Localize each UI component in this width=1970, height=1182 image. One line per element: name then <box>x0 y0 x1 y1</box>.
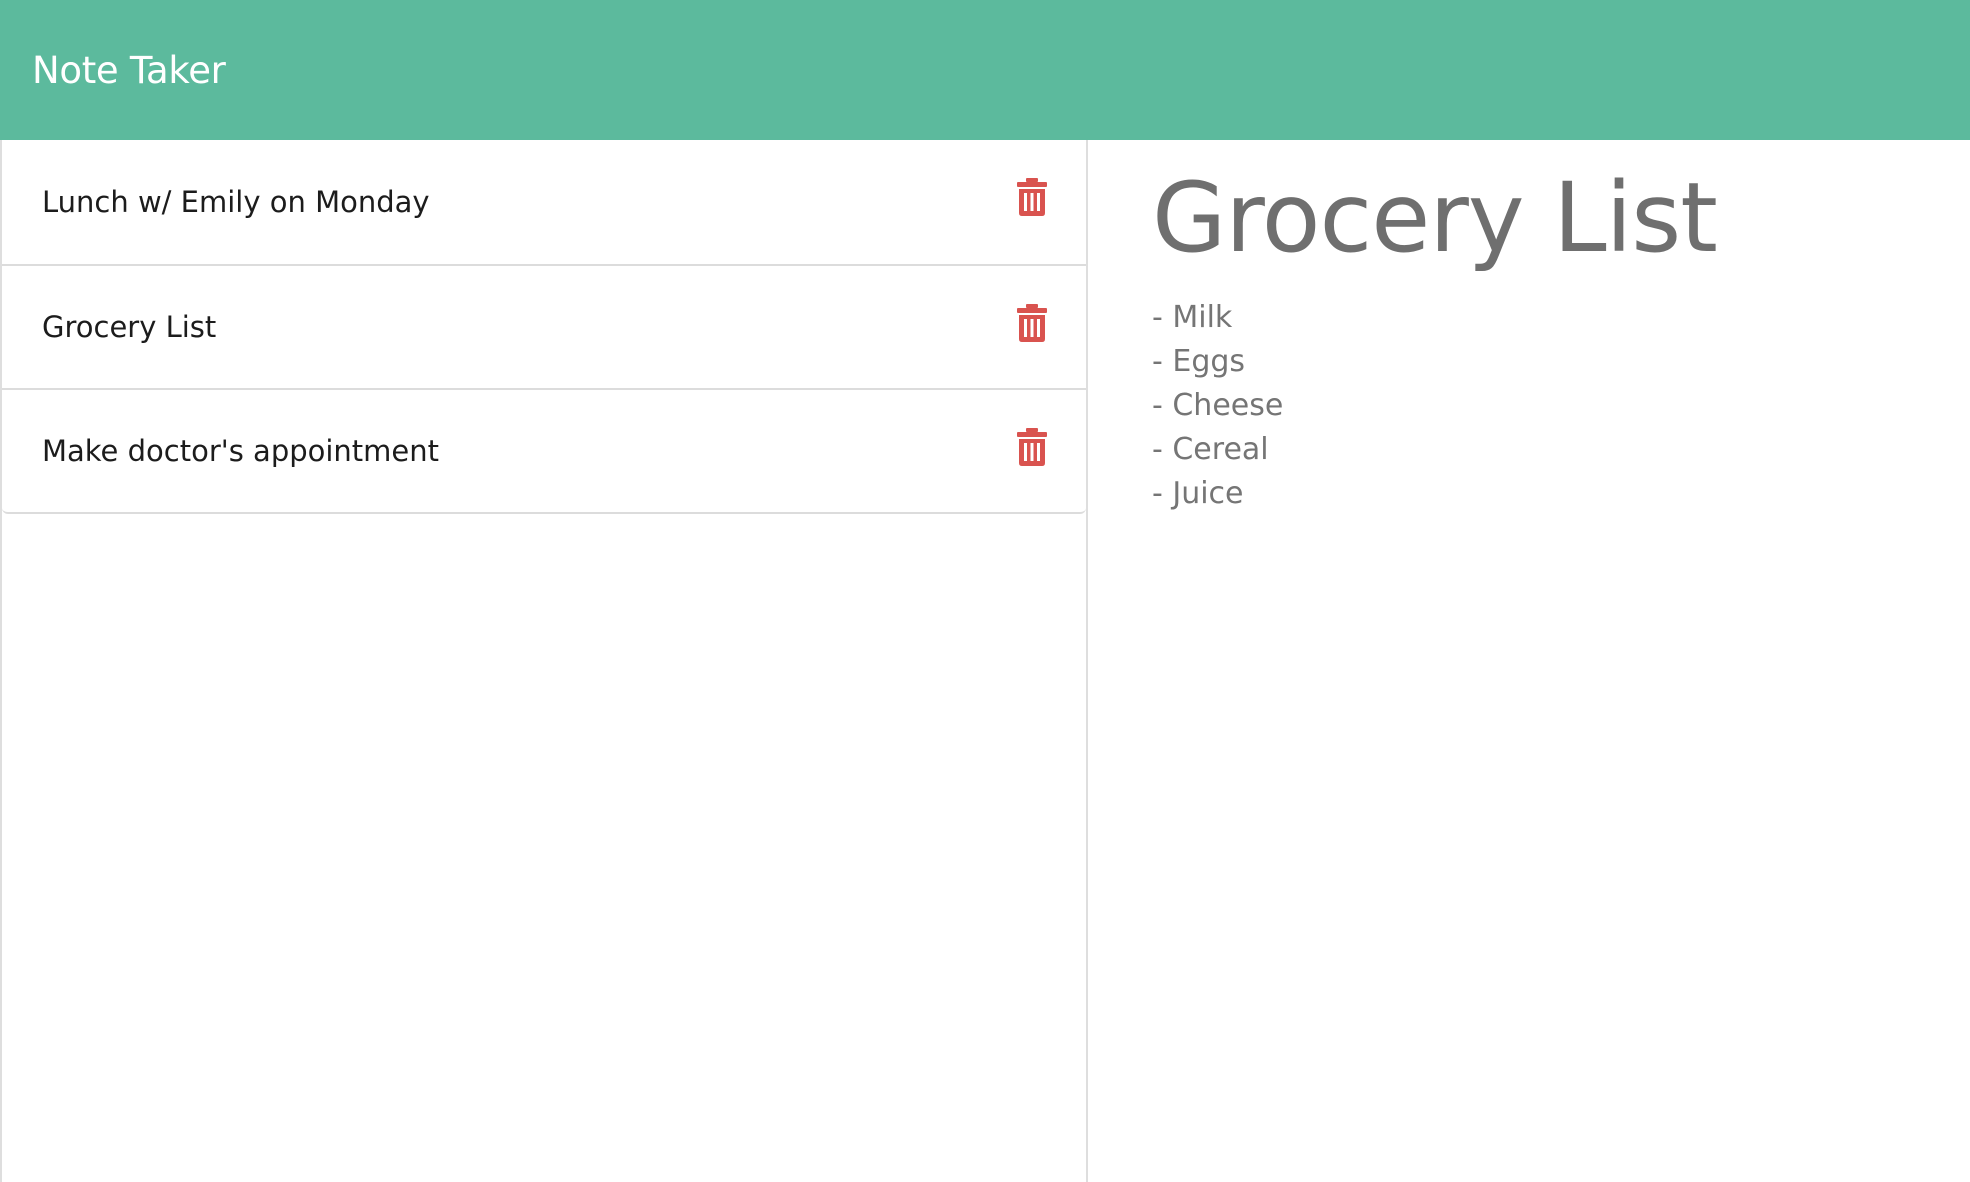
trash-icon[interactable] <box>1016 178 1048 216</box>
note-list-item[interactable]: Lunch w/ Emily on Monday <box>2 140 1086 264</box>
note-title: Make doctor's appointment <box>42 434 440 468</box>
note-line: - Juice <box>1152 476 1244 511</box>
note-title: Grocery List <box>42 310 217 344</box>
note-text-field[interactable]: - Milk - Eggs - Cheese - Cereal - Juice <box>1152 296 1283 516</box>
note-line: - Milk <box>1152 300 1233 335</box>
navbar: Note Taker <box>0 0 1970 140</box>
app-title[interactable]: Note Taker <box>32 49 226 92</box>
note-line: - Eggs <box>1152 344 1246 379</box>
note-list-panel: Lunch w/ Emily on Monday Grocery List Ma… <box>0 140 1088 1182</box>
trash-icon[interactable] <box>1016 304 1048 342</box>
note-line: - Cheese <box>1152 388 1284 423</box>
note-list-item[interactable]: Grocery List <box>2 264 1086 388</box>
note-line: - Cereal <box>1152 432 1269 467</box>
note-title-field[interactable]: Grocery List <box>1152 162 1718 274</box>
trash-icon[interactable] <box>1016 428 1048 466</box>
note-editor: Grocery List - Milk - Eggs - Cheese - Ce… <box>1088 140 1970 1182</box>
note-list: Lunch w/ Emily on Monday Grocery List Ma… <box>2 140 1086 514</box>
note-title: Lunch w/ Emily on Monday <box>42 185 430 219</box>
note-list-item[interactable]: Make doctor's appointment <box>2 388 1086 512</box>
